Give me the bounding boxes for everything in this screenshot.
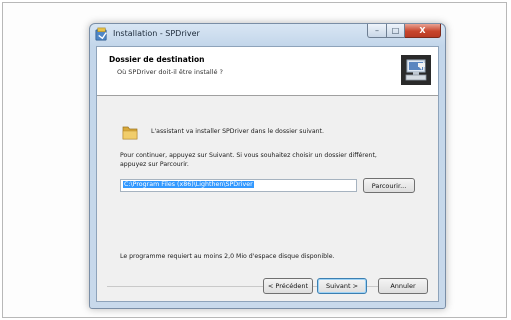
destination-path-value: C:\Program Files (x86)\Lighthen\SPDriver: [123, 181, 254, 188]
computer-install-icon: [401, 55, 431, 85]
destination-path-input[interactable]: C:\Program Files (x86)\Lighthen\SPDriver: [120, 179, 357, 192]
title-bar[interactable]: Installation - SPDriver – □ X: [90, 24, 445, 46]
instructions-line2: appuyez sur Parcourir.: [120, 161, 189, 168]
intro-text: L'assistant va installer SPDriver dans l…: [151, 128, 324, 135]
cancel-button[interactable]: Annuler: [378, 278, 428, 294]
window-title: Installation - SPDriver: [113, 29, 200, 38]
next-button[interactable]: Suivant >: [317, 278, 367, 294]
header-subtitle: Où SPDriver doit-il être installé ?: [117, 68, 224, 76]
installer-window: Installation - SPDriver – □ X Dossier de…: [89, 23, 446, 309]
wizard-header: Dossier de destination Où SPDriver doit-…: [97, 47, 438, 96]
screenshot-frame: Installation - SPDriver – □ X Dossier de…: [2, 2, 507, 318]
folder-icon: [122, 126, 138, 140]
browse-button[interactable]: Parcourir...: [363, 178, 415, 193]
close-button[interactable]: X: [405, 24, 441, 38]
maximize-button[interactable]: □: [387, 24, 405, 38]
disk-space-note: Le programme requiert au moins 2,0 Mio d…: [120, 253, 335, 260]
wizard-page: Dossier de destination Où SPDriver doit-…: [96, 46, 439, 302]
back-button[interactable]: < Précédent: [263, 278, 313, 294]
header-title: Dossier de destination: [109, 55, 205, 64]
instructions-line1: Pour continuer, appuyez sur Suivant. Si …: [120, 152, 377, 159]
installer-icon: [95, 27, 107, 41]
minimize-button[interactable]: –: [367, 24, 387, 38]
window-controls: – □ X: [367, 24, 441, 38]
